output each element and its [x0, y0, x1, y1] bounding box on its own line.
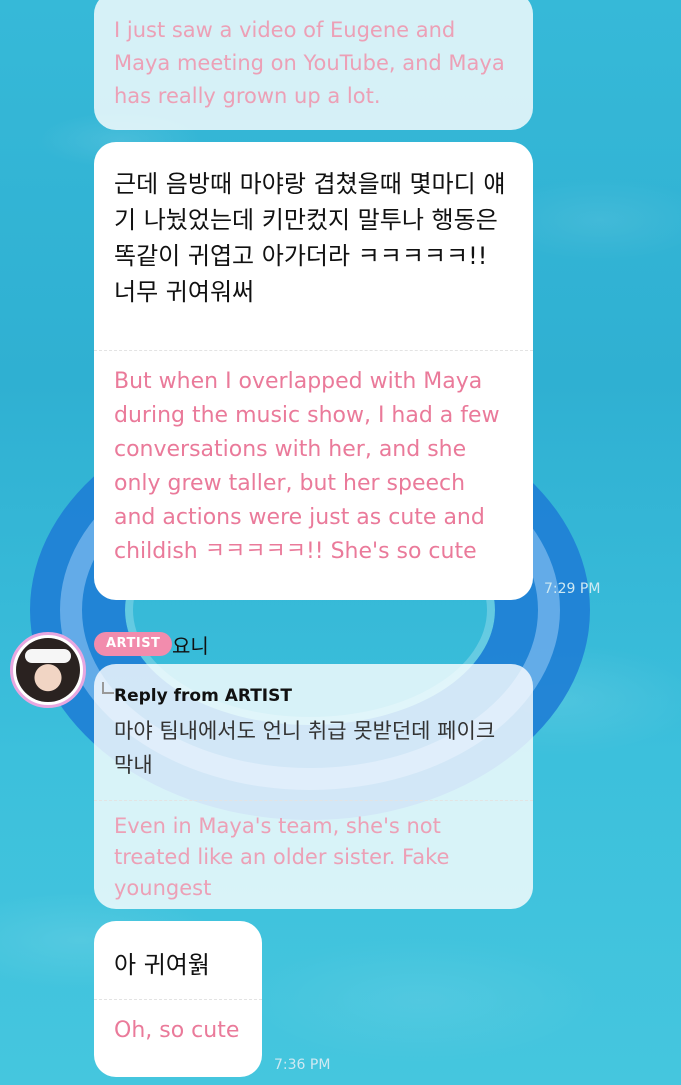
- message-original-text: 마야 팀내에서도 언니 취급 못받던데 페이크 막내: [114, 719, 496, 777]
- message-divider: [94, 350, 533, 351]
- reply-arrow-icon: [102, 682, 114, 694]
- reply-label: Reply from ARTIST: [114, 686, 292, 706]
- message-divider: [94, 800, 533, 801]
- message-timestamp: 7:36 PM: [274, 1057, 331, 1073]
- message-translation: I just saw a video of Eugene and Maya me…: [114, 18, 505, 108]
- message-original-text: 아 귀여웕: [114, 951, 210, 979]
- artist-avatar[interactable]: [10, 632, 86, 708]
- message-translation: Even in Maya's team, she's not treated l…: [114, 814, 450, 900]
- avatar-photo: [16, 638, 80, 702]
- message-translation: But when I overlapped with Maya during t…: [114, 369, 500, 564]
- message-bubble: 아 귀여웕 Oh, so cute: [94, 921, 262, 1077]
- message-original-text: 근데 음방때 마야랑 겹쳤을때 몇마디 얘기 나눴었는데 키만컸지 말투나 행동…: [114, 170, 506, 306]
- message-bubble: I just saw a video of Eugene and Maya me…: [94, 0, 533, 130]
- sender-name: 요니: [172, 634, 209, 658]
- artist-badge: ARTIST: [94, 632, 173, 656]
- message-bubble: 근데 음방때 마야랑 겹쳤을때 몇마디 얘기 나눴었는데 키만컸지 말투나 행동…: [94, 142, 533, 600]
- message-divider: [94, 999, 262, 1000]
- message-timestamp: 7:29 PM: [544, 581, 601, 597]
- message-translation: Oh, so cute: [114, 1018, 240, 1043]
- artist-reply-bubble: Reply from ARTIST 마야 팀내에서도 언니 취급 못받던데 페이…: [94, 664, 533, 909]
- avatar-headband: [25, 649, 71, 663]
